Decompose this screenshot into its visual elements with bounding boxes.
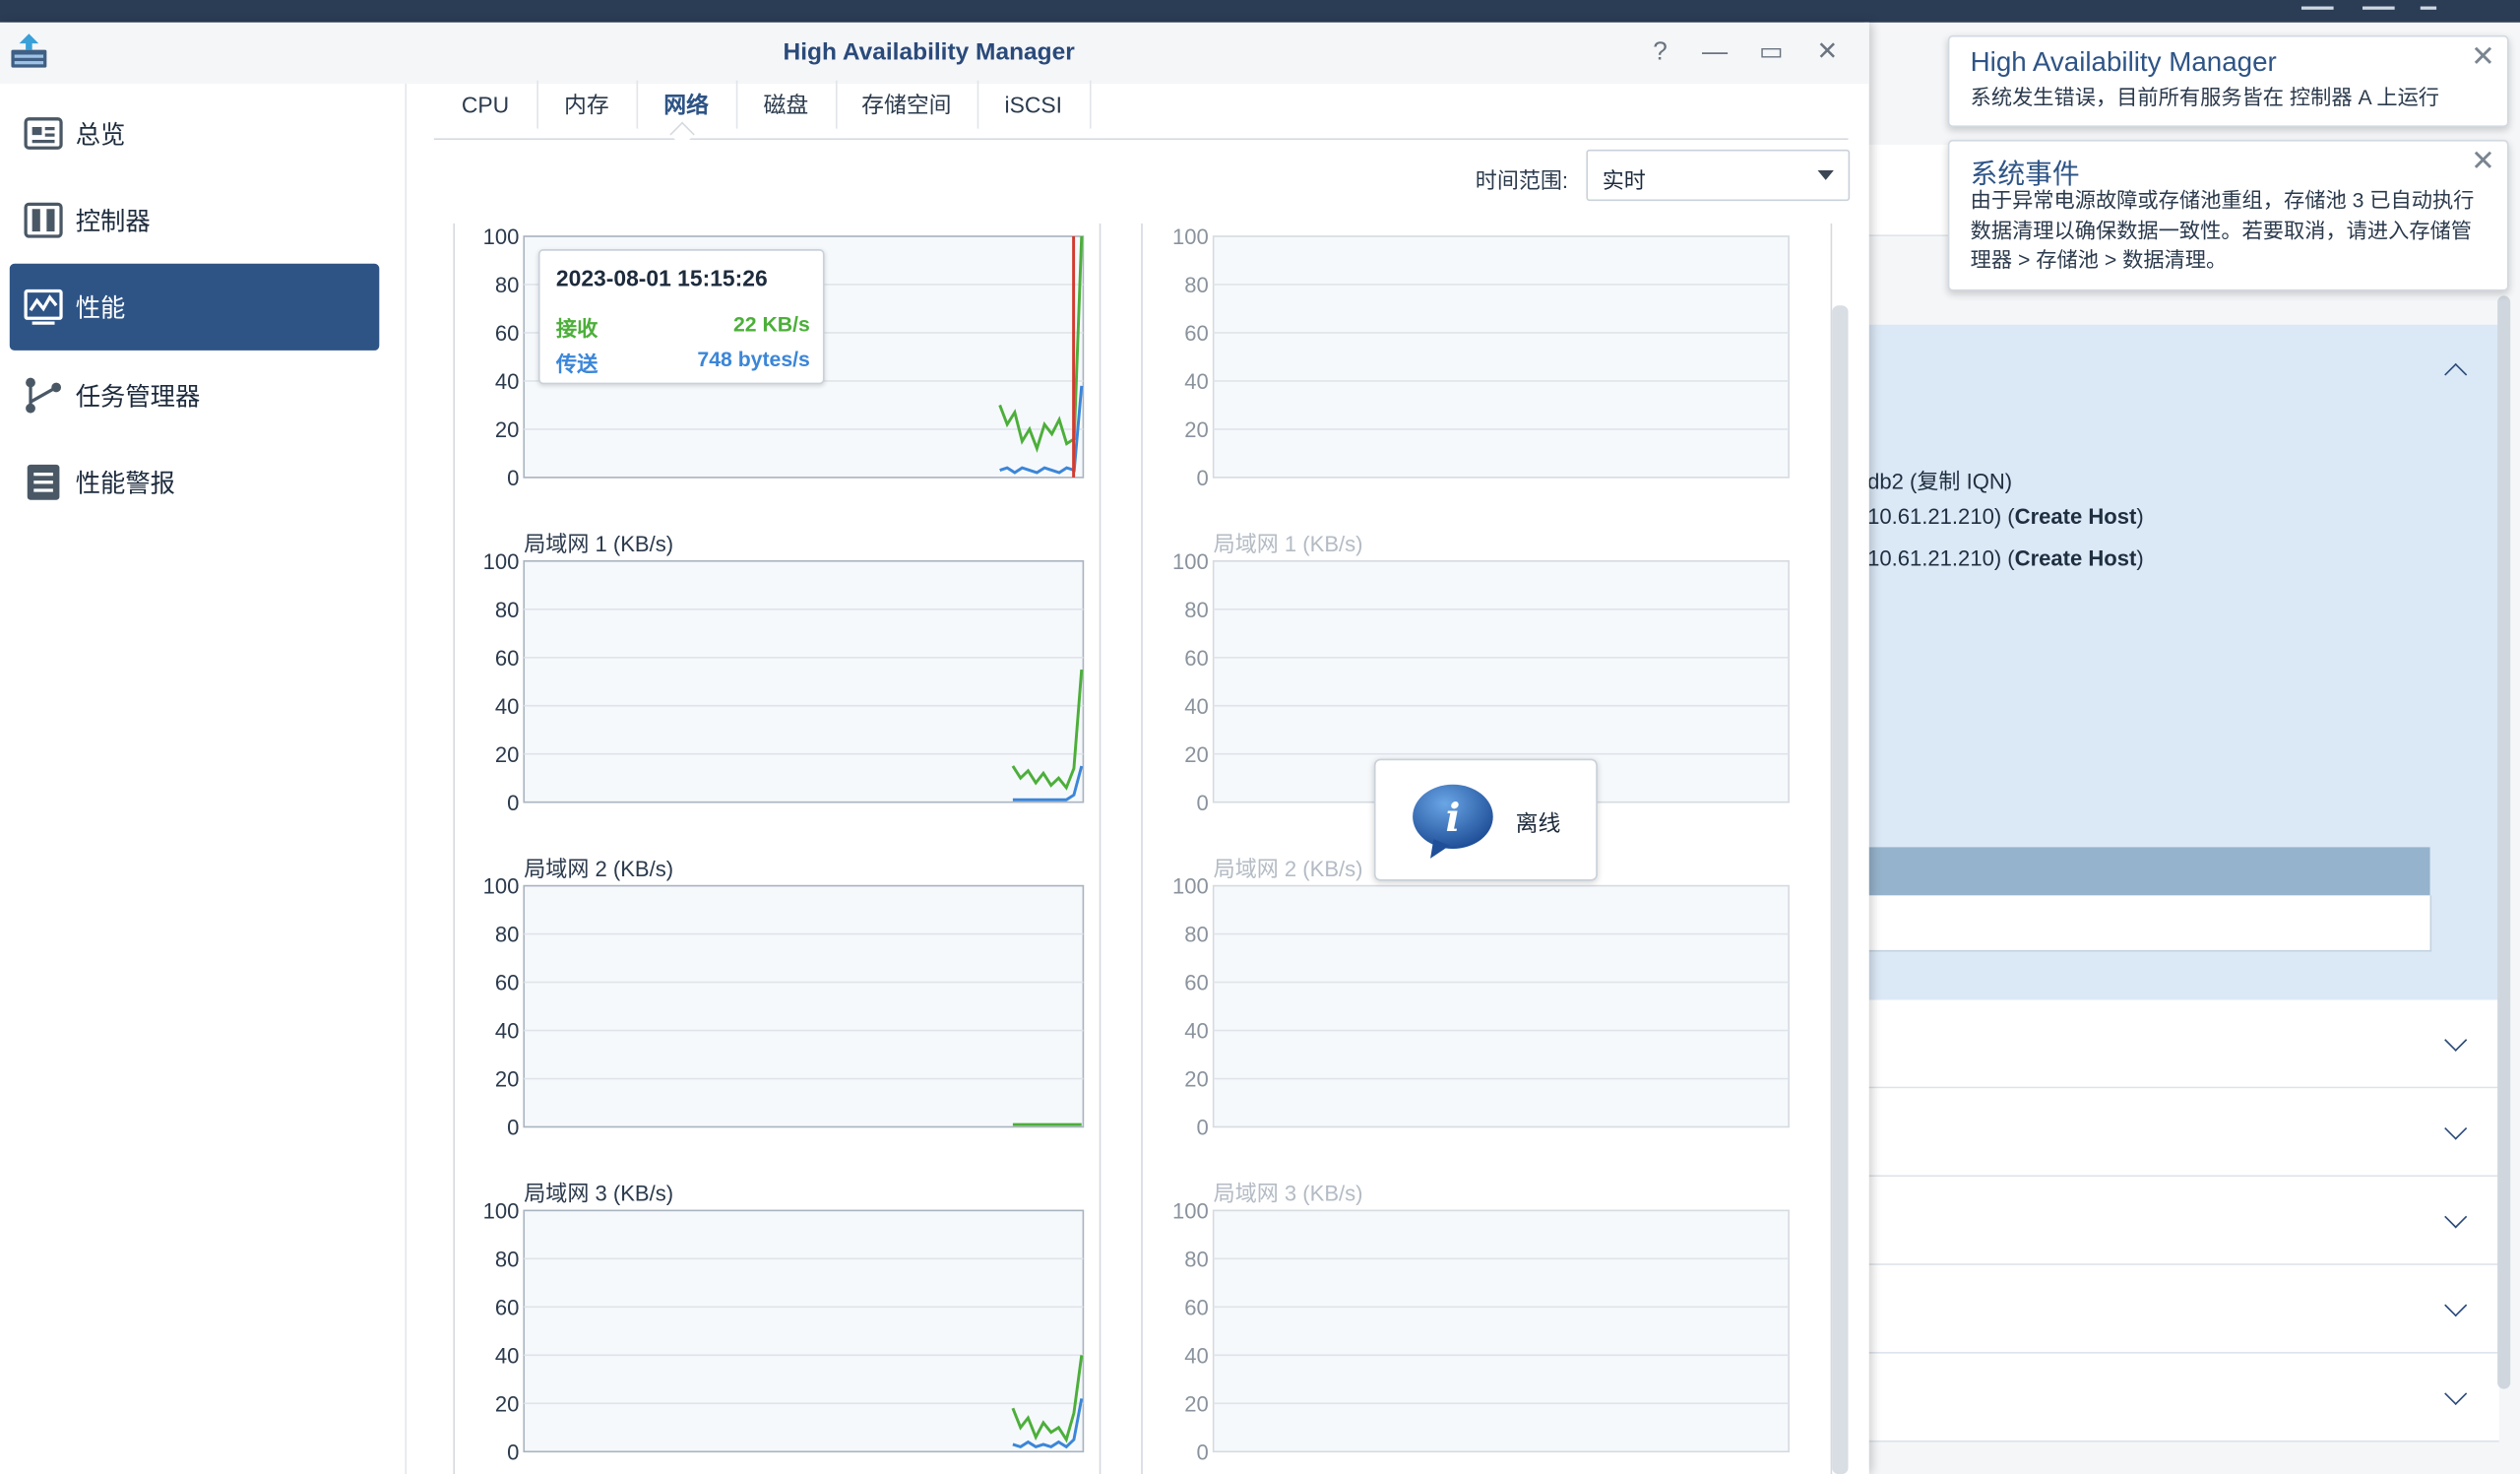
background-collapsed-row[interactable]	[1863, 1353, 2499, 1442]
expand-chevron-icon[interactable]	[2444, 1381, 2468, 1406]
background-collapsed-row[interactable]	[1863, 999, 2499, 1089]
chart-tooltip: 2023-08-01 15:15:26 接收 22 KB/s 传送 748 by…	[537, 249, 825, 385]
y-tick-label: 20	[1184, 1391, 1209, 1416]
y-tick-label: 100	[1172, 1199, 1209, 1224]
background-table-header	[1863, 847, 2430, 896]
desktop-top-bar	[0, 0, 2520, 23]
background-collapsed-row[interactable]	[1863, 1264, 2499, 1354]
collapse-chevron-icon[interactable]	[2444, 362, 2468, 386]
taskbar-tray	[2279, 0, 2472, 23]
notification-body: 系统发生错误，目前所有服务皆在 控制器 A 上运行	[1970, 85, 2440, 110]
background-expanded-panel: db2 (复制 IQN) 10.61.21.210) (Create Host)…	[1863, 324, 2499, 1000]
offline-text: 离线	[1515, 809, 1561, 836]
background-collapsed-row[interactable]	[1863, 1177, 2499, 1265]
tooltip-receive-label: 接收	[555, 316, 598, 342]
bg-line-iqn: db2 (复制 IQN)	[1867, 469, 2013, 494]
chevron-down-icon[interactable]	[2420, 0, 2437, 10]
tooltip-receive-row: 接收 22 KB/s	[556, 312, 810, 343]
background-scrollbar[interactable]	[2497, 295, 2511, 1389]
create-host-link[interactable]: Create Host	[2015, 505, 2137, 529]
y-tick-label: 0	[1196, 1440, 1208, 1464]
close-icon[interactable]: ✕	[2469, 41, 2497, 70]
bg-line-host-1: 10.61.21.210) (Create Host)	[1867, 504, 2144, 530]
create-host-link[interactable]: Create Host	[2015, 546, 2137, 570]
close-icon[interactable]: ✕	[2469, 147, 2497, 175]
plot-area	[1212, 1209, 1790, 1453]
background-table-row	[1863, 895, 2432, 952]
notification-system-event[interactable]: 系统事件 由于异常电源故障或存储池重组，存储池 3 已自动执行数据清理以确保数据…	[1947, 140, 2509, 291]
y-tick-label: 80	[1184, 1248, 1209, 1272]
notification-title: High Availability Manager	[1970, 46, 2277, 78]
tooltip-receive-value: 22 KB/s	[732, 311, 810, 337]
y-tick-label: 40	[1184, 1343, 1209, 1368]
info-icon: i	[1413, 784, 1493, 859]
bg-line-host-2: 10.61.21.210) (Create Host)	[1867, 546, 2144, 571]
tooltip-send-label: 传送	[555, 352, 598, 377]
tooltip-send-row: 传送 748 bytes/s	[556, 348, 810, 378]
notification-title: 系统事件	[1970, 159, 2080, 190]
expand-chevron-icon[interactable]	[2444, 1028, 2468, 1052]
offline-popup: i 离线	[1373, 758, 1598, 881]
ha-manager-window: High Availability Manager ? — ▭ ✕ 总览 控制器…	[0, 22, 1869, 1474]
notification-body: 由于异常电源故障或存储池重组，存储池 3 已自动执行数据清理以确保数据一致性。若…	[1970, 188, 2475, 272]
y-tick-label: 60	[1184, 1296, 1209, 1320]
tooltip-time: 2023-08-01 15:15:26	[555, 265, 768, 291]
expand-chevron-icon[interactable]	[2444, 1205, 2468, 1229]
user-icon[interactable]	[2362, 0, 2395, 10]
chart-svg: 100 80 60 40 20 0	[1172, 1199, 1790, 1464]
expand-chevron-icon[interactable]	[2444, 1294, 2468, 1317]
screen: db2 (复制 IQN) 10.61.21.210) (Create Host)…	[0, 0, 2520, 1474]
background-collapsed-row[interactable]	[1863, 1088, 2499, 1178]
svg-text:i: i	[1445, 796, 1460, 841]
expand-chevron-icon[interactable]	[2444, 1117, 2468, 1140]
notification-icon[interactable]	[2300, 0, 2334, 10]
tooltip-send-value: 748 bytes/s	[697, 347, 810, 372]
notification-ha-error[interactable]: High Availability Manager 系统发生错误，目前所有服务皆…	[1947, 34, 2509, 127]
